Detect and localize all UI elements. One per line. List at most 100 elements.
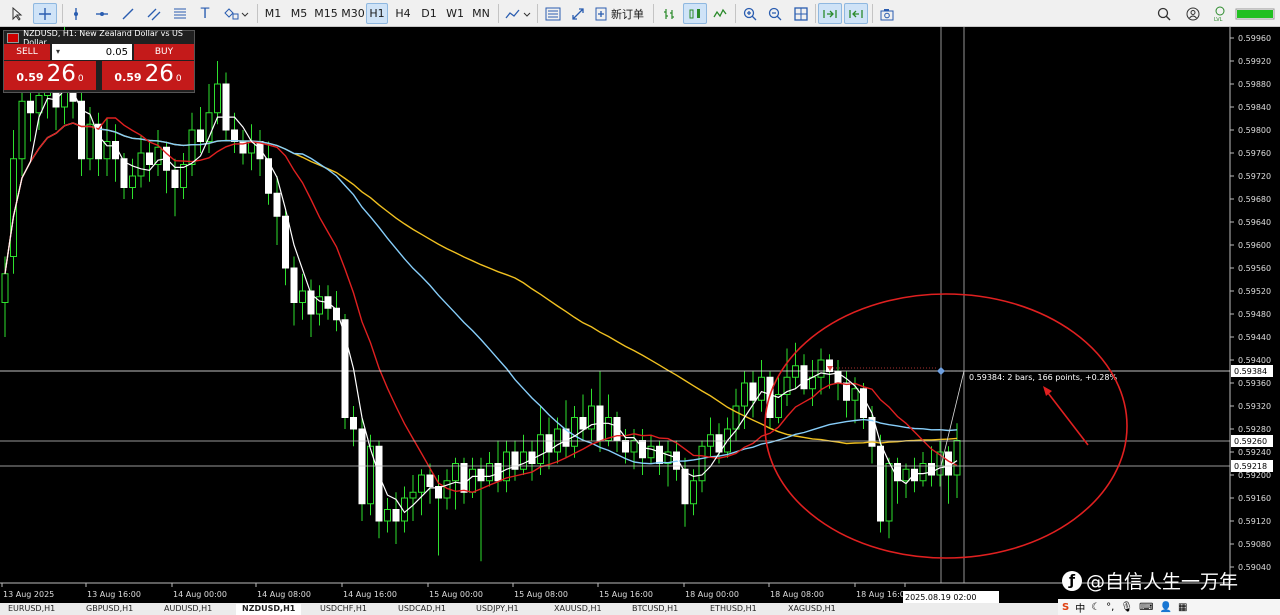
bull-candle — [571, 417, 578, 447]
bear-candle — [843, 382, 850, 401]
keyboard-icon[interactable]: ⌨ — [1139, 602, 1153, 613]
tf-m5[interactable]: M5 — [287, 3, 311, 24]
lot-size-input[interactable]: ▾ 0.05 — [52, 44, 132, 60]
bar-chart-icon[interactable] — [658, 3, 680, 24]
price-tick-label: 0.59920 — [1238, 57, 1271, 66]
expand-chart-icon[interactable] — [567, 3, 589, 24]
bull-candle — [851, 388, 859, 401]
weibo-logo-icon: ƒ — [1062, 570, 1082, 591]
user-icon[interactable]: 👤 — [1160, 602, 1172, 613]
sell-price[interactable]: 0.59 26 0 — [4, 61, 96, 90]
line-chart-icon[interactable] — [709, 3, 731, 24]
price-tick-label: 0.59760 — [1238, 149, 1271, 158]
symbol-tab[interactable]: USDCHF,H1 — [314, 604, 373, 615]
tf-w1[interactable]: W1 — [443, 3, 467, 24]
price-tick-label: 0.59840 — [1238, 103, 1271, 112]
sell-button[interactable]: SELL — [4, 44, 50, 60]
svg-text:LVL: LVL — [1214, 17, 1223, 22]
screenshot-icon[interactable] — [876, 3, 898, 24]
price-tick-label: 0.59320 — [1238, 402, 1271, 411]
ime-language-label[interactable]: 中 — [1075, 600, 1085, 615]
main-toolbar: T M1 M5 M15 M30 H1 H4 D1 W1 MN 新订单 LVL — [0, 0, 1280, 27]
vertical-line-icon[interactable] — [66, 3, 86, 24]
bear-candle — [911, 468, 918, 482]
punctuation-icon[interactable]: °, — [1106, 602, 1114, 613]
price-tick-label: 0.59880 — [1238, 80, 1271, 89]
crosshair-icon[interactable] — [33, 3, 57, 24]
plot-background — [0, 27, 1230, 583]
time-label: 13 Aug 16:00 — [87, 590, 141, 599]
input-method-icon[interactable]: S — [1062, 602, 1069, 613]
zoom-out-icon[interactable] — [764, 3, 786, 24]
tf-h1[interactable]: H1 — [366, 3, 388, 24]
price-marker-label: 0.59218 — [1234, 462, 1267, 471]
time-label: 18 Aug 08:00 — [770, 590, 824, 599]
bull-candle — [792, 365, 799, 378]
tf-d1[interactable]: D1 — [417, 3, 441, 24]
symbol-tab[interactable]: BTCUSD,H1 — [626, 604, 684, 615]
microphone-icon[interactable]: 🎙 — [1120, 602, 1133, 613]
tf-m15[interactable]: M15 — [313, 3, 339, 24]
price-tick-label: 0.59960 — [1238, 34, 1271, 43]
symbol-tab[interactable]: XAGUSD,H1 — [782, 604, 842, 615]
text-tool-icon[interactable]: T — [195, 3, 215, 24]
moon-icon[interactable]: ☾ — [1091, 602, 1100, 613]
bull-candle — [35, 95, 43, 114]
bull-candle — [137, 152, 145, 177]
chart-type-icon[interactable] — [503, 3, 533, 24]
fibonacci-icon[interactable] — [169, 3, 191, 24]
price-tick-label: 0.59560 — [1238, 264, 1271, 273]
tf-h4[interactable]: H4 — [391, 3, 415, 24]
new-order-icon — [595, 7, 607, 20]
symbol-tab[interactable]: AUDUSD,H1 — [158, 604, 218, 615]
trendline-icon[interactable] — [117, 3, 139, 24]
indicators-icon[interactable] — [541, 3, 565, 24]
auto-scroll-icon[interactable] — [818, 3, 842, 24]
chart-shift-icon[interactable] — [844, 3, 868, 24]
measure-label: 0.59384: 2 bars, 166 points, +0.28% — [969, 373, 1117, 382]
chart-window[interactable]: 0.59960 0.59920 0.59880 0.59840 0.59800 0.597… — [0, 27, 1280, 615]
bull-candle — [885, 463, 893, 522]
price-tick-label: 0.59680 — [1238, 195, 1271, 204]
system-tray: S 中 ☾ °, 🎙 ⌨ 👤 ▦ — [1058, 599, 1280, 615]
tile-windows-icon[interactable] — [790, 3, 812, 24]
zoom-in-icon[interactable] — [739, 3, 761, 24]
time-label: 15 Aug 00:00 — [429, 590, 483, 599]
symbol-tab[interactable]: EURUSD,H1 — [2, 604, 61, 615]
buy-button[interactable]: BUY — [134, 44, 194, 60]
symbol-tab[interactable]: ETHUSD,H1 — [704, 604, 763, 615]
tf-m1[interactable]: M1 — [261, 3, 285, 24]
bull-candle — [86, 123, 94, 160]
symbol-tab[interactable]: NZDUSD,H1 — [236, 604, 302, 615]
bear-candle — [197, 129, 204, 142]
candlestick-chart-icon[interactable] — [683, 3, 707, 24]
bear-candle — [800, 365, 808, 390]
time-label: 13 Aug 2025 — [3, 590, 54, 599]
channel-icon[interactable] — [143, 3, 165, 24]
symbol-tab[interactable]: GBPUSD,H1 — [80, 604, 139, 615]
tf-mn[interactable]: MN — [469, 3, 493, 24]
buy-price[interactable]: 0.59 26 0 — [102, 61, 194, 90]
symbol-tab[interactable]: USDJPY,H1 — [470, 604, 525, 615]
time-label: 14 Aug 08:00 — [257, 590, 311, 599]
lot-dropdown-icon[interactable]: ▾ — [56, 47, 60, 56]
bear-candle — [656, 445, 663, 464]
trade-controls: SELL ▾ 0.05 BUY 0.59 26 0 0.59 26 0 — [4, 44, 194, 94]
account-icon[interactable] — [1183, 3, 1203, 24]
apps-icon[interactable]: ▦ — [1178, 602, 1187, 613]
cursor-arrow-icon[interactable] — [6, 3, 28, 24]
price-chart[interactable]: 0.59960 0.59920 0.59880 0.59840 0.59800 0.597… — [0, 27, 1280, 603]
time-label: 14 Aug 16:00 — [343, 590, 397, 599]
bull-candle — [537, 434, 544, 464]
bear-candle — [477, 468, 485, 482]
horizontal-line-icon[interactable] — [91, 3, 113, 24]
tf-m30[interactable]: M30 — [340, 3, 366, 24]
symbol-tab[interactable]: USDCAD,H1 — [392, 604, 452, 615]
shapes-icon[interactable] — [220, 3, 252, 24]
search-icon[interactable] — [1154, 3, 1174, 24]
symbol-tab[interactable]: XAUUSD,H1 — [548, 604, 608, 615]
new-order-button[interactable]: 新订单 — [594, 3, 649, 24]
bull-candle — [520, 451, 527, 470]
bear-candle — [639, 440, 646, 459]
price-tick-label: 0.59040 — [1238, 563, 1271, 572]
